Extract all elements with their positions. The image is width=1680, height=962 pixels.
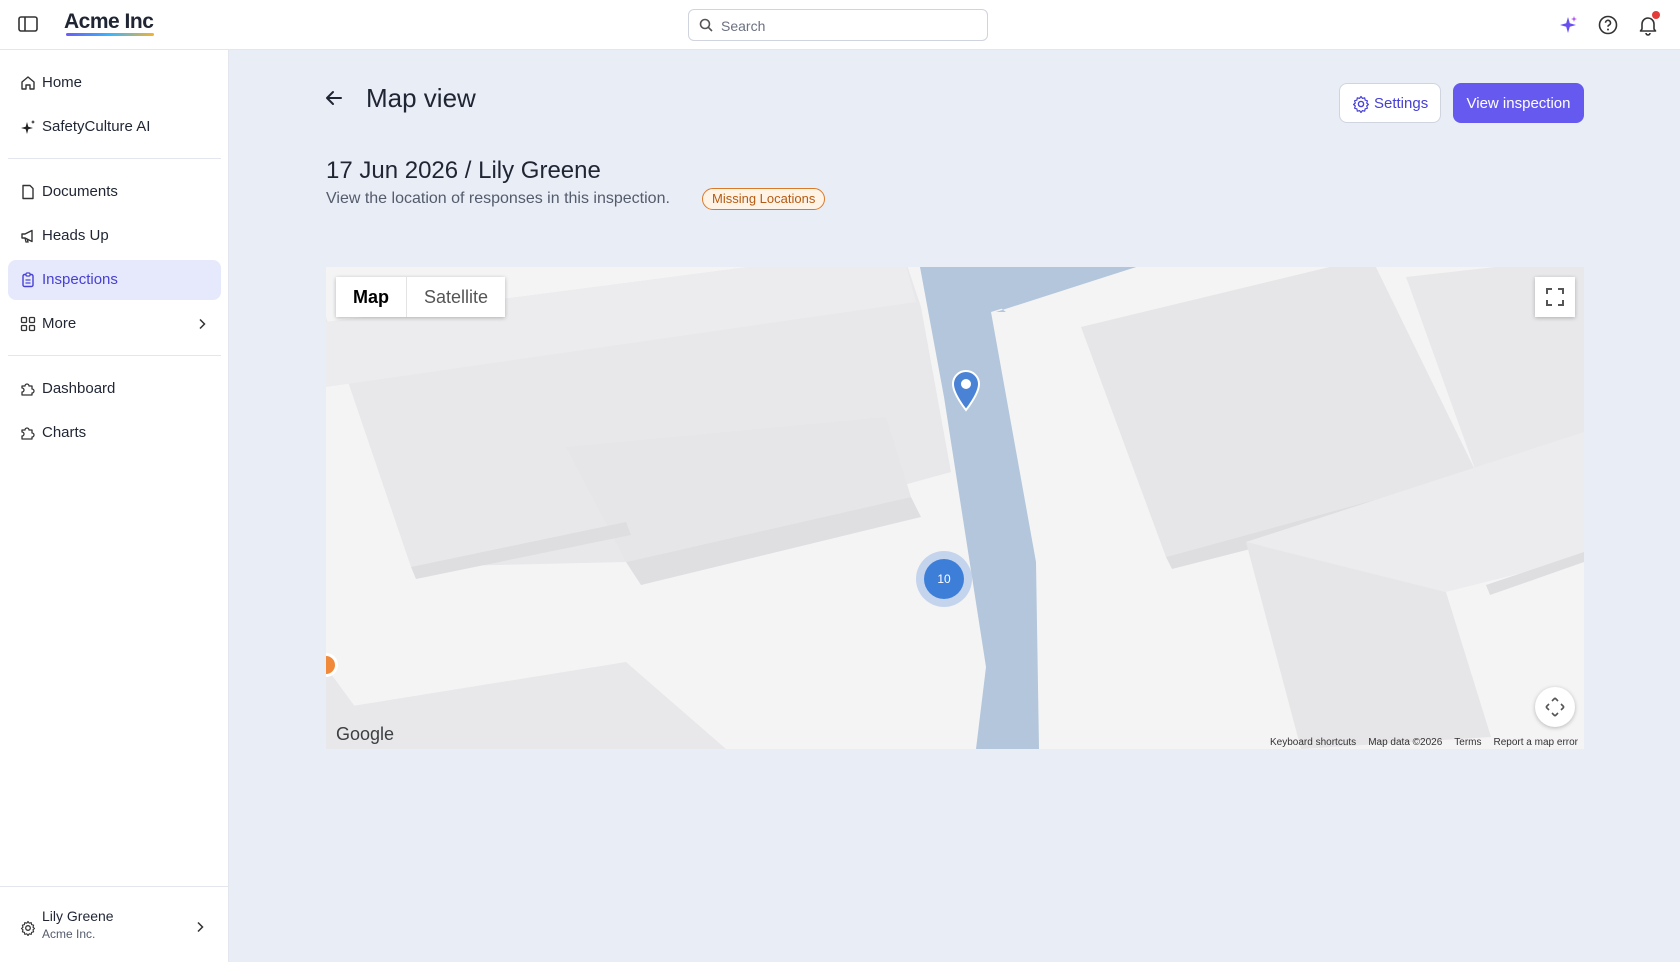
clipboard-icon (22, 272, 34, 288)
user-org: Acme Inc. (42, 927, 96, 941)
chevron-right-icon (197, 921, 204, 933)
map-data-text: Map data ©2026 (1368, 737, 1443, 748)
search-icon (699, 18, 713, 32)
grid-icon (20, 316, 36, 332)
puzzle-icon (21, 383, 35, 396)
sidebar-item-charts[interactable]: Charts (8, 413, 221, 453)
user-menu[interactable]: Lily Greene Acme Inc. (0, 886, 229, 962)
pan-arrows-icon (1545, 697, 1565, 717)
sidebar-item-label: Documents (42, 183, 118, 200)
search-box[interactable] (688, 9, 988, 41)
sidebar-item-label: Inspections (42, 271, 118, 288)
gear-icon (1353, 95, 1369, 113)
map-type-map[interactable]: Map (336, 277, 406, 317)
settings-button[interactable]: Settings (1339, 83, 1441, 123)
map-tiles (326, 267, 1584, 749)
keyboard-shortcuts-link[interactable]: Keyboard shortcuts (1270, 737, 1356, 748)
search-input[interactable] (721, 16, 981, 36)
sidebar-item-documents[interactable]: Documents (8, 172, 221, 212)
sidebar-item-label: Heads Up (42, 227, 109, 244)
map-canvas[interactable]: Map Satellite 10 Google Keyboard shortcu… (326, 267, 1584, 749)
sidebar: Home SafetyCulture AI Documents Heads Up… (0, 50, 229, 962)
sidebar-item-home[interactable]: Home (8, 63, 221, 103)
sidebar-item-label: SafetyCulture AI (42, 118, 151, 135)
fullscreen-button[interactable] (1535, 277, 1575, 317)
sidebar-item-more[interactable]: More (8, 304, 221, 344)
home-icon (21, 76, 35, 90)
report-map-error-link[interactable]: Report a map error (1494, 737, 1578, 748)
map-type-satellite[interactable]: Satellite (406, 277, 505, 317)
sidebar-divider (8, 158, 221, 159)
sidebar-item-heads-up[interactable]: Heads Up (8, 216, 221, 256)
page-subtitle: View the location of responses in this i… (326, 190, 670, 207)
page-title: Map view (366, 83, 476, 113)
logo-underline (66, 33, 154, 36)
sparkle-icon (21, 120, 35, 134)
settings-button-label: Settings (1374, 95, 1429, 112)
sidebar-item-dashboard[interactable]: Dashboard (8, 369, 221, 409)
view-inspection-button[interactable]: View inspection (1453, 83, 1584, 123)
sidebar-item-safetyculture-ai[interactable]: SafetyCulture AI (8, 107, 221, 147)
app-logo[interactable]: Acme Inc (64, 10, 154, 34)
map-type-control: Map Satellite (336, 277, 506, 317)
fullscreen-icon (1546, 288, 1564, 306)
marker-cluster[interactable]: 10 (916, 551, 972, 607)
camera-control[interactable] (1535, 687, 1575, 727)
gear-icon (20, 920, 36, 936)
sparkle-icon[interactable] (1557, 14, 1579, 36)
inspection-title: 17 Jun 2026 / Lily Greene (326, 157, 601, 184)
megaphone-icon (21, 229, 33, 243)
marker-cluster-count: 10 (924, 559, 964, 599)
sidebar-item-label: Home (42, 74, 83, 91)
top-bar: Acme Inc (0, 0, 1680, 50)
map-attribution: Keyboard shortcuts Map data ©2026 Terms … (1270, 737, 1578, 748)
google-logo: Google (336, 724, 395, 744)
sidebar-item-label: More (42, 315, 77, 332)
sidebar-toggle-icon[interactable] (18, 15, 38, 33)
back-arrow-icon[interactable] (322, 86, 346, 110)
sidebar-item-inspections[interactable]: Inspections (8, 260, 221, 300)
terms-link[interactable]: Terms (1454, 737, 1481, 748)
missing-locations-badge: Missing Locations (702, 188, 826, 210)
location-pin-icon[interactable] (950, 368, 982, 412)
user-name: Lily Greene (42, 908, 114, 924)
chevron-right-icon (199, 318, 206, 330)
help-icon[interactable] (1597, 14, 1619, 36)
sidebar-divider (8, 355, 221, 356)
sidebar-item-label: Dashboard (42, 380, 116, 397)
document-icon (22, 184, 34, 200)
sidebar-item-label: Charts (42, 424, 87, 441)
puzzle-icon (21, 427, 35, 440)
notification-dot (1652, 11, 1660, 19)
